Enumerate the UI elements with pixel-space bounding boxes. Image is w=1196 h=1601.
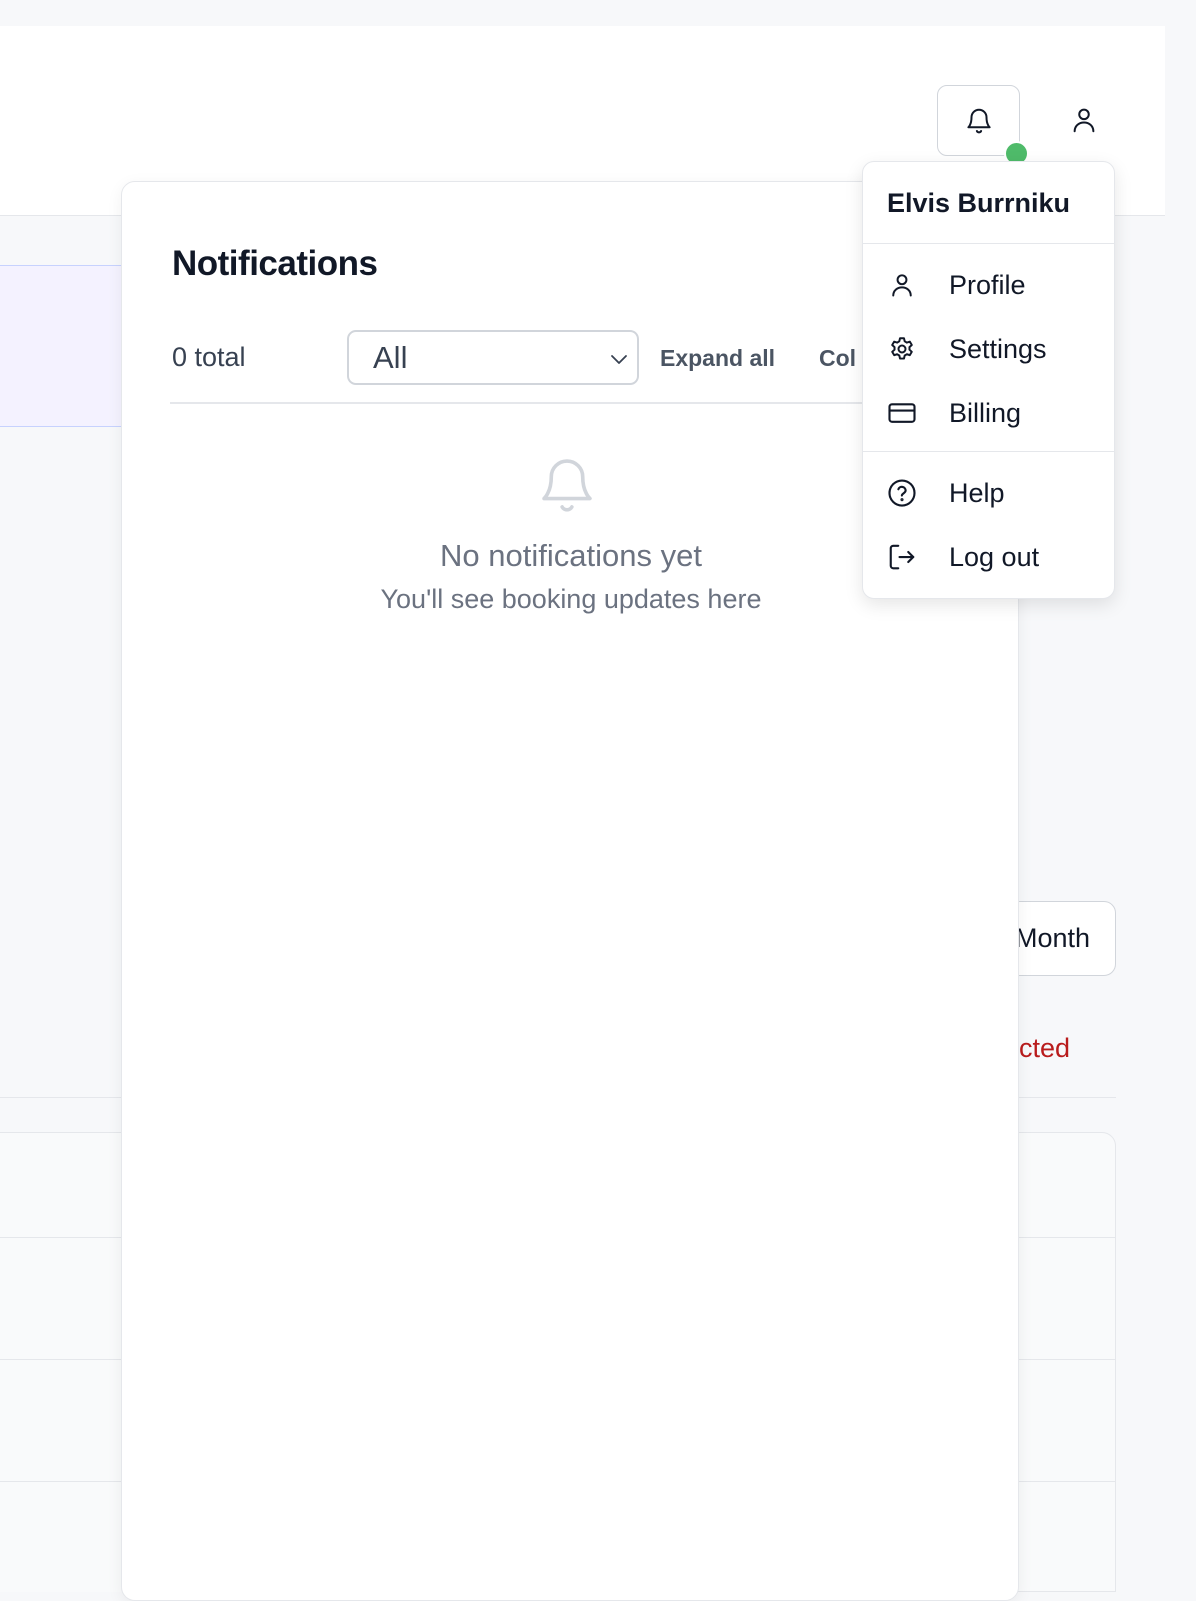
- menu-item-profile[interactable]: Profile: [863, 257, 1114, 313]
- table-row: [0, 1237, 128, 1238]
- logout-icon: [887, 542, 917, 572]
- gear-icon: [887, 334, 917, 364]
- menu-item-settings[interactable]: Settings: [863, 321, 1114, 377]
- notifications-total: 0 total: [172, 342, 246, 372]
- table-row: [1010, 1237, 1116, 1238]
- menu-item-label: Help: [949, 477, 1005, 508]
- table-row: [0, 1359, 128, 1360]
- menu-item-help[interactable]: Help: [863, 465, 1114, 521]
- credit-card-icon: [887, 398, 917, 428]
- table-row: [0, 1481, 128, 1482]
- menu-item-label: Billing: [949, 397, 1022, 428]
- expand-all-button[interactable]: Expand all: [660, 345, 775, 372]
- divider: [0, 1097, 128, 1098]
- menu-item-logout[interactable]: Log out: [863, 529, 1114, 585]
- bookings-table: [0, 1132, 128, 1592]
- collapse-all-button[interactable]: Col: [819, 345, 856, 372]
- user-name: Elvis Burrniku: [887, 188, 1071, 218]
- divider: [1010, 1097, 1116, 1098]
- table-row: [1010, 1359, 1116, 1360]
- filter-value: All: [373, 339, 408, 375]
- notifications-filter-select[interactable]: All: [347, 330, 639, 385]
- bell-icon: [542, 459, 592, 512]
- rejected-label: cted: [1018, 1033, 1070, 1063]
- menu-item-billing[interactable]: Billing: [863, 385, 1114, 441]
- menu-item-label: Log out: [949, 541, 1040, 572]
- user-icon: [887, 270, 917, 300]
- user-icon: [1073, 108, 1095, 133]
- notifications-title: Notifications: [172, 244, 378, 283]
- table-row: [1010, 1481, 1116, 1482]
- menu-divider: [863, 451, 1114, 452]
- menu-item-label: Settings: [949, 333, 1047, 364]
- chevron-down-icon: [611, 355, 627, 364]
- bell-icon: [966, 108, 991, 133]
- menu-item-label: Profile: [949, 269, 1026, 300]
- user-dropdown-menu: Elvis Burrniku Profile Settings Billing: [862, 161, 1115, 599]
- menu-divider: [863, 243, 1114, 244]
- bookings-table: [1010, 1132, 1116, 1592]
- info-banner: [0, 265, 128, 427]
- help-circle-icon: [887, 478, 917, 508]
- user-menu-button[interactable]: [1050, 90, 1118, 150]
- month-label: Month: [1014, 923, 1090, 953]
